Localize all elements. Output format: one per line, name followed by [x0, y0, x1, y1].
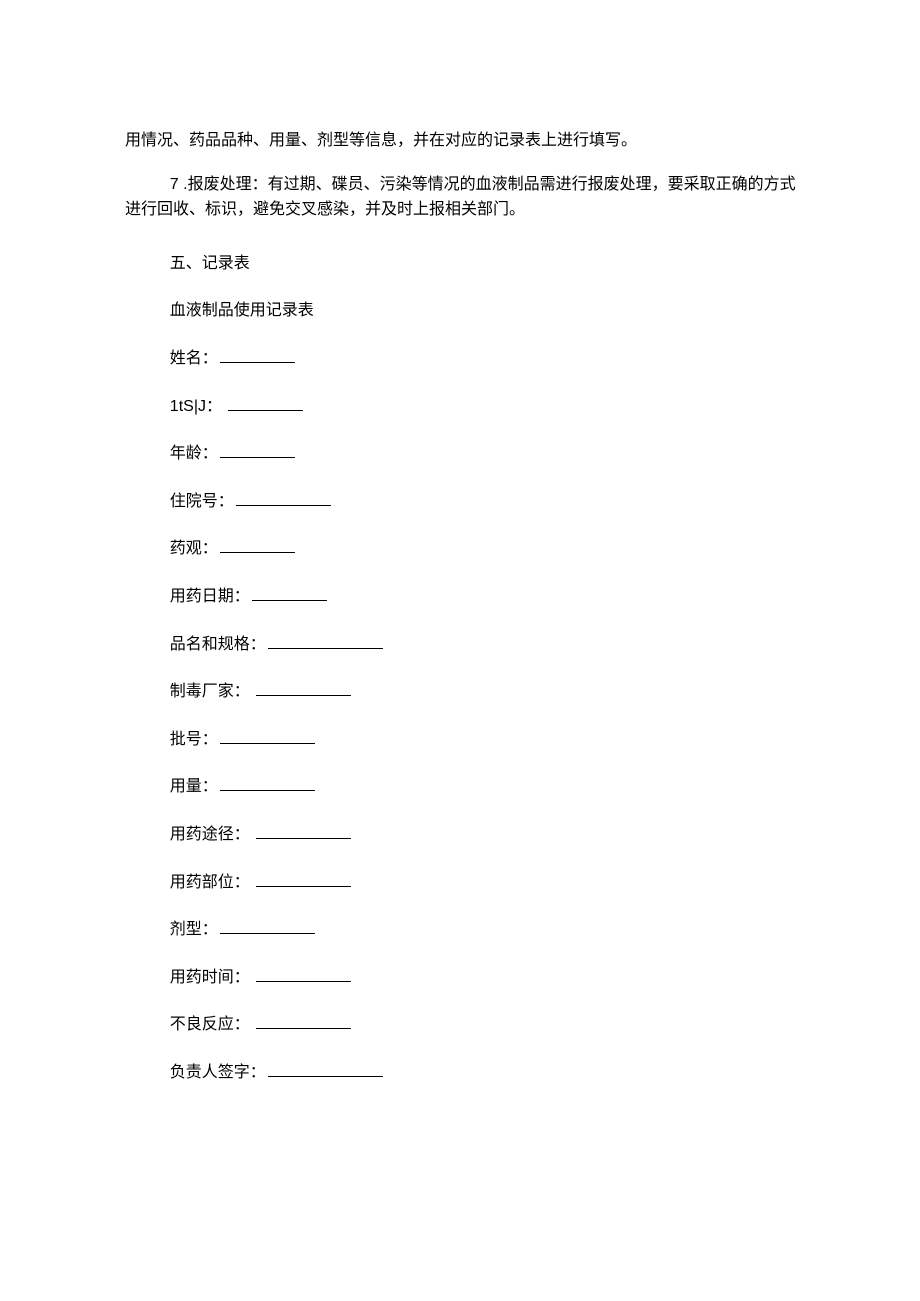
field-label: 1tS|J：: [170, 398, 222, 415]
field-label: 剂型：: [170, 921, 218, 938]
field-blank: [220, 728, 315, 744]
field-blank: [268, 633, 383, 649]
field-blank: [252, 585, 327, 601]
numbered-item-7: 7 .报废处理：有过期、碟员、污染等情况的血液制品需进行报废处理，要采取正确的方…: [125, 172, 800, 223]
field-blank: [268, 1061, 383, 1077]
field-blank: [228, 395, 303, 411]
section-heading-5: 五、记录表: [125, 251, 800, 277]
field-label: 药观：: [170, 540, 218, 557]
field-route: 用药途径：: [125, 822, 800, 848]
field-label: 批号：: [170, 731, 218, 748]
paragraph-text: 用情况、药品品种、用量、剂型等信息，并在对应的记录表上进行填写。: [125, 132, 637, 149]
field-med-date: 用药日期：: [125, 584, 800, 610]
field-label: 用药部位：: [170, 874, 250, 891]
field-label: 品名和规格：: [170, 636, 266, 653]
field-age: 年龄：: [125, 441, 800, 467]
field-label: 用药途径：: [170, 826, 250, 843]
field-label: 用药时间：: [170, 969, 250, 986]
field-blank: [220, 918, 315, 934]
field-yaoguan: 药观：: [125, 536, 800, 562]
field-signature: 负责人签字：: [125, 1060, 800, 1086]
field-blank: [220, 347, 295, 363]
field-label: 用量：: [170, 778, 218, 795]
field-form-type: 剂型：: [125, 917, 800, 943]
field-adverse-reaction: 不良反应：: [125, 1012, 800, 1038]
field-tsij: 1tS|J：: [125, 394, 800, 420]
field-label: 姓名：: [170, 350, 218, 367]
field-hospital-no: 住院号：: [125, 489, 800, 515]
field-blank: [256, 680, 351, 696]
field-med-time: 用药时间：: [125, 965, 800, 991]
field-blank: [256, 871, 351, 887]
field-batch-no: 批号：: [125, 727, 800, 753]
field-label: 年龄：: [170, 445, 218, 462]
field-blank: [220, 775, 315, 791]
field-blank: [256, 823, 351, 839]
field-blank: [220, 442, 295, 458]
field-label: 制毒厂家：: [170, 683, 250, 700]
field-label: 负责人签字：: [170, 1064, 266, 1081]
field-blank: [236, 490, 331, 506]
field-blank: [256, 966, 351, 982]
item-number: 7 .: [170, 176, 188, 193]
field-blank: [220, 537, 295, 553]
field-label: 用药日期：: [170, 588, 250, 605]
field-blank: [256, 1013, 351, 1029]
field-label: 住院号：: [170, 493, 234, 510]
field-name-spec: 品名和规格：: [125, 632, 800, 658]
field-name: 姓名：: [125, 346, 800, 372]
field-dosage: 用量：: [125, 774, 800, 800]
field-site: 用药部位：: [125, 870, 800, 896]
form-title: 血液制品使用记录表: [125, 298, 800, 324]
field-label: 不良反应：: [170, 1016, 250, 1033]
section-heading-text: 五、记录表: [170, 255, 250, 272]
form-title-text: 血液制品使用记录表: [170, 302, 314, 319]
field-manufacturer: 制毒厂家：: [125, 679, 800, 705]
paragraph-continuation: 用情况、药品品种、用量、剂型等信息，并在对应的记录表上进行填写。: [125, 128, 800, 154]
item-text: 报废处理：有过期、碟员、污染等情况的血液制品需进行报废处理，要采取正确的方式进行…: [125, 176, 796, 219]
